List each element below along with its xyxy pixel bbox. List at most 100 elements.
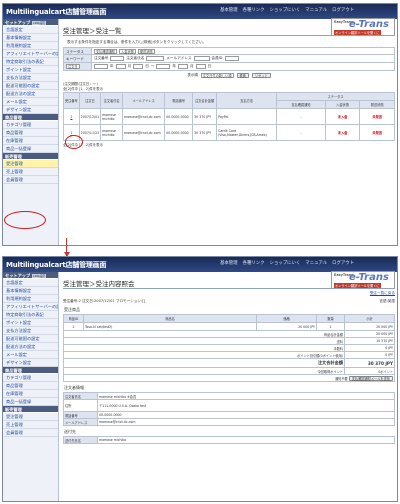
col-total: 注文合計金額 (192, 92, 218, 109)
nav-shop[interactable]: ショップにいく (270, 7, 301, 13)
table-row: 2 Toso-ki set(test2) 20 000 JPY 1 20 000… (63, 322, 395, 331)
sidebar-item-stock[interactable]: 在庫管理 (3, 390, 58, 398)
sidebar-item-bulk[interactable]: 商品一括登録 (3, 398, 58, 406)
sidebar-item-orders[interactable]: 受注管理 (3, 160, 58, 168)
order-no-input[interactable] (110, 56, 125, 61)
sidebar-item-terms[interactable]: 利用規約設定 (3, 295, 58, 303)
nav-logout[interactable]: ログアウト (332, 260, 354, 266)
phone-key: 電話番号 (63, 411, 98, 419)
address-value: 〒111-0000 U.S.A. Osaka test (97, 399, 395, 412)
nav-links[interactable]: 各種リンク (243, 7, 265, 13)
col-notify: 支払確認通知 (276, 100, 326, 109)
sort-select[interactable]: 注文日付の新しい順 (200, 73, 234, 78)
sidebar-item-design[interactable]: デザイン設定 (3, 359, 58, 367)
sidebar-item-shipping[interactable]: 配送方法の設定 (3, 343, 58, 351)
sidebar-item-shipping[interactable]: 配送方法の設定 (3, 90, 58, 98)
paid-select[interactable]: 入金状態 (119, 48, 136, 54)
from-day-select[interactable] (133, 64, 144, 69)
order-link-1[interactable]: 1 (70, 131, 72, 135)
nav-manual[interactable]: マニュアル (305, 7, 327, 13)
nav-manual[interactable]: マニュアル (305, 260, 327, 266)
point-discount-label: ポイント割引額(0ポイント使用) (63, 351, 345, 359)
sidebar-item-payment[interactable]: 支払方法設定 (3, 74, 58, 82)
count-text: 全[2]件中 [1 - 2]件を表示 (63, 87, 103, 91)
date-row: 注文日 年 月 日 ～ 年 月 日 (63, 63, 395, 71)
ship-name-key: 送付先氏名 (63, 436, 98, 444)
reset-button[interactable]: リセット (251, 73, 271, 78)
to-year-select[interactable] (156, 64, 171, 69)
sidebar-item-terms[interactable]: 利用規約設定 (3, 42, 58, 50)
sidebar-item-countries[interactable]: 配送可能国の設定 (3, 82, 58, 90)
nav-logout[interactable]: ログアウト (332, 7, 354, 13)
sidebar-item-product[interactable]: 商品管理 (3, 129, 58, 137)
grand-total-value: 30 370 JPY (344, 358, 395, 368)
sidebar-item-bulk[interactable]: 商品一括登録 (3, 145, 58, 153)
sidebar-item-affiliate[interactable]: アフィリエイトサーバーの設定 (3, 50, 58, 58)
sidebar-item-legal[interactable]: 特定商取引法の表記 (3, 58, 58, 66)
order-no-label: 注文番号 (94, 56, 109, 60)
nav-basic[interactable]: 基本管理 (220, 7, 238, 13)
sidebar-item-category[interactable]: カテゴリ管理 (3, 374, 58, 382)
customer-name-label: 注文者氏名 (126, 56, 145, 60)
col-order-no: 受注番号 (63, 92, 80, 109)
order-link-2[interactable]: 2 (70, 115, 72, 119)
day-unit: 日 (207, 64, 212, 68)
cell-paid: 未入金 (324, 108, 361, 125)
sidebar-item-points[interactable]: ポイント設定 (3, 66, 58, 74)
notify-select[interactable]: 支払確認通知 (94, 48, 118, 54)
sidebar-item-language[interactable]: 言語設定 (3, 279, 58, 287)
date-type-select[interactable]: 注文日 (66, 64, 80, 69)
nav-basic[interactable]: 基本管理 (220, 260, 238, 266)
shipped-select[interactable]: 発送状態 (137, 48, 155, 54)
sidebar-item-affiliate[interactable]: アフィリエイトサーバーの設定 (3, 303, 58, 311)
order-list-window: Multilingualcart店舗管理画面 基本管理 各種リンク ショップにい… (2, 3, 398, 246)
back-to-list-link[interactable]: 受注一覧に戻る (370, 291, 395, 295)
search-form: ステータス 支払確認通知 入金状態 発送状態 キーワード 注文番号 注文者氏名 … (63, 47, 395, 78)
col-paid: 入金状態 (324, 100, 361, 109)
sidebar-item-sales[interactable]: 売上管理 (3, 421, 58, 429)
phone-value: 00-0000-0000 (97, 411, 395, 419)
page-title: 受注管理＞受注一覧 (63, 26, 395, 36)
sidebar-item-payment[interactable]: 支払方法設定 (3, 327, 58, 335)
from-year-select[interactable] (94, 64, 108, 69)
col-product-id: 商品ID (63, 314, 84, 323)
sidebar-item-members[interactable]: 会員管理 (3, 429, 58, 437)
sidebar-item-basic-info[interactable]: 基本情報設定 (3, 34, 58, 42)
nav-links[interactable]: 各種リンク (243, 260, 265, 266)
sidebar-item-mail[interactable]: メール設定 (3, 98, 58, 106)
email-input[interactable] (193, 56, 210, 61)
order-detail-window: Multilingualcart店舗管理画面 基本管理 各種リンク ショップにい… (2, 256, 398, 502)
points-label: 今回取得ポイント (63, 367, 345, 375)
email-value: momose@cnct-dc.com (97, 418, 395, 426)
nav-shop[interactable]: ショップにいく (270, 260, 301, 266)
table-row[interactable]: 2 2007/12/01 momose michiko momose@cnct-… (63, 108, 395, 125)
sidebar-item-mail[interactable]: メール設定 (3, 351, 58, 359)
fee-value: 0 JPY (344, 344, 395, 352)
sidebar-item-category[interactable]: カテゴリ管理 (3, 121, 58, 129)
sidebar-item-stock[interactable]: 在庫管理 (3, 137, 58, 145)
sidebar-item-sales[interactable]: 売上管理 (3, 168, 58, 176)
search-button[interactable]: 検索 (236, 73, 249, 78)
customer-name-input[interactable] (146, 56, 165, 61)
sidebar-item-basic-info[interactable]: 基本情報設定 (3, 287, 58, 295)
sidebar-item-design[interactable]: デザイン設定 (3, 106, 58, 114)
sidebar-item-product[interactable]: 商品管理 (3, 382, 58, 390)
app-title: Multilingualcart店舗管理画面 (6, 261, 107, 269)
sidebar-item-members[interactable]: 会員管理 (3, 176, 58, 184)
items-table: 商品ID 商品名 価格 数量 小計 2 Toso-ki set(test2) 2… (63, 314, 395, 382)
sidebar-section-products: 商品管理 (3, 114, 58, 121)
sidebar-item-orders[interactable]: 受注管理 (3, 413, 58, 421)
sidebar-item-legal[interactable]: 特定商取引法の表記 (3, 311, 58, 319)
to-day-select[interactable] (195, 64, 206, 69)
table-row[interactable]: 1 2007/11/23 momose michiko momose@cnct-… (63, 124, 395, 141)
sidebar-item-points[interactable]: ポイント設定 (3, 319, 58, 327)
sidebar-item-countries[interactable]: 配送可能国の設定 (3, 335, 58, 343)
send-notify-button[interactable]: 支払確認通知メールを送信 (348, 375, 393, 381)
from-month-select[interactable] (115, 64, 126, 69)
customer-title: 注文者情報 (64, 385, 84, 390)
sidebar-item-language[interactable]: 言語設定 (3, 26, 58, 34)
to-month-select[interactable] (177, 64, 188, 69)
month-unit: 月 (127, 64, 132, 68)
cell-name: momose michiko (100, 124, 124, 141)
member-id-input[interactable] (224, 56, 239, 61)
